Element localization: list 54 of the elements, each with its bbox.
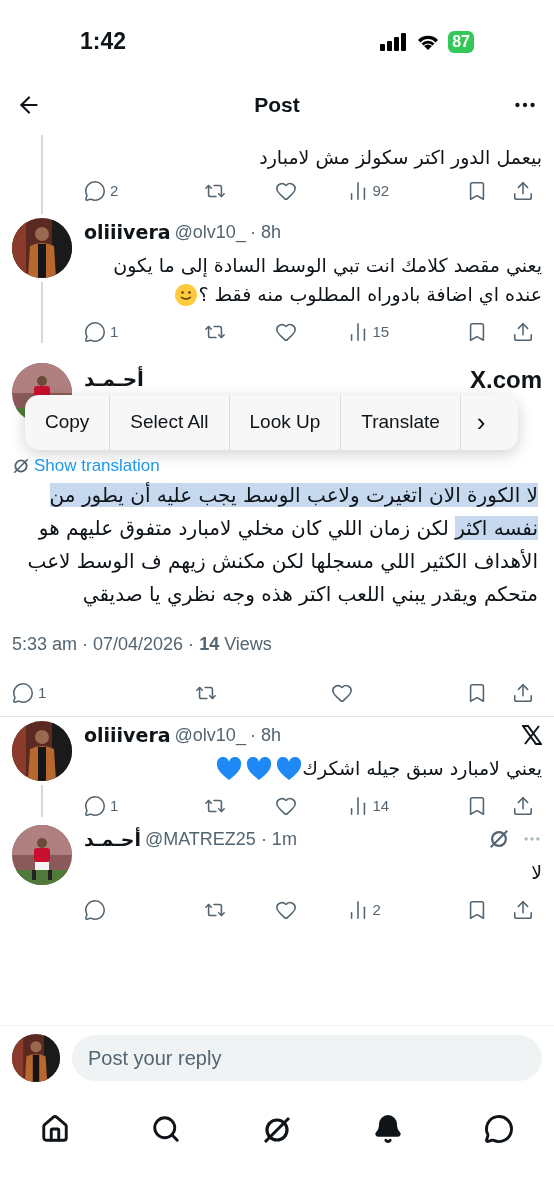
share-icon[interactable] [512, 681, 534, 704]
x-logo-icon [522, 725, 542, 746]
share-icon[interactable] [512, 898, 534, 921]
reply-icon[interactable] [84, 794, 106, 817]
heart-icon [216, 757, 243, 781]
action-count: 2 [110, 180, 119, 201]
reply-field[interactable]: Post your reply [72, 1035, 542, 1081]
action-count: 2 [372, 899, 381, 920]
smiley-icon [174, 283, 199, 307]
post-text: لا الكورة الان اتغيرت ولاعب الوسط يجب عليه أن يطور من نفسه اكثر لكن زمان اللي كان مخلي لامبارد متفوق عليهم هو الأهداف الكثير اللي مسجلها لكن مكنش زيهم ف الوسط لاعب متحكم ويقدر يبني اللعب اكتر هذه وجه نظري يا صديقي [26, 481, 539, 609]
menu-item[interactable]: Copy [25, 395, 111, 450]
post-text: يعني لامبارد سبق جيله اشكرك [84, 753, 542, 783]
user-name: oliiivera [84, 220, 171, 245]
action-count: 1 [110, 321, 119, 342]
reply-icon[interactable] [84, 179, 106, 202]
user-name: أحـمـد [84, 826, 141, 852]
action-count: 1 [110, 795, 119, 816]
post-text: لا [530, 859, 542, 885]
user-name: oliiivera [84, 723, 171, 748]
page-title: Post [254, 92, 300, 119]
post-text: بيعمل الدور اكتر سكولز مش لامبارد [258, 145, 542, 171]
action-count: 1 [38, 682, 47, 703]
action-count: 15 [372, 321, 390, 342]
user-name: أحـمـد [84, 366, 144, 392]
messages-icon[interactable] [483, 1114, 514, 1144]
signal-icon [380, 32, 409, 51]
search-icon[interactable] [150, 1114, 181, 1144]
slashed-circle-icon[interactable] [488, 828, 510, 851]
heart-icon [276, 757, 303, 781]
battery-indicator: 87 [448, 30, 474, 53]
share-icon[interactable] [512, 179, 534, 202]
heart-icon [246, 757, 273, 781]
menu-item[interactable]: Select All [110, 395, 230, 450]
status-time: 1:42 [80, 27, 127, 57]
post-text: يعني مقصد كلامك انت تبي الوسط السادة إلى ما يكون عنده اي اضافة بادوراه المطلوب منه فقط ؟ [112, 252, 542, 309]
menu-item[interactable]: Look Up [229, 395, 342, 450]
post-meta: 5:33 am · 07/04/2026 · 14 Views [12, 632, 273, 656]
user-handle: @MATREZ25 · 1m [144, 827, 297, 851]
user-handle: @olv10_ [174, 723, 246, 748]
site-label: X.com [469, 366, 542, 394]
post-time: · 8h [249, 723, 281, 747]
home-icon[interactable] [40, 1114, 71, 1144]
reply-icon[interactable] [84, 320, 106, 343]
reply-icon[interactable] [12, 681, 34, 704]
notifications-icon[interactable] [373, 1114, 404, 1144]
reply-icon[interactable] [84, 898, 106, 921]
user-handle: @olv10_ [174, 220, 246, 245]
action-count: 14 [372, 795, 390, 816]
more-menu-button[interactable]: › [460, 395, 502, 450]
share-icon[interactable] [512, 794, 534, 817]
post-time: · 8h [249, 220, 281, 244]
menu-item[interactable]: Translate [341, 395, 461, 450]
action-count: 92 [372, 180, 390, 201]
share-icon[interactable] [512, 320, 534, 343]
